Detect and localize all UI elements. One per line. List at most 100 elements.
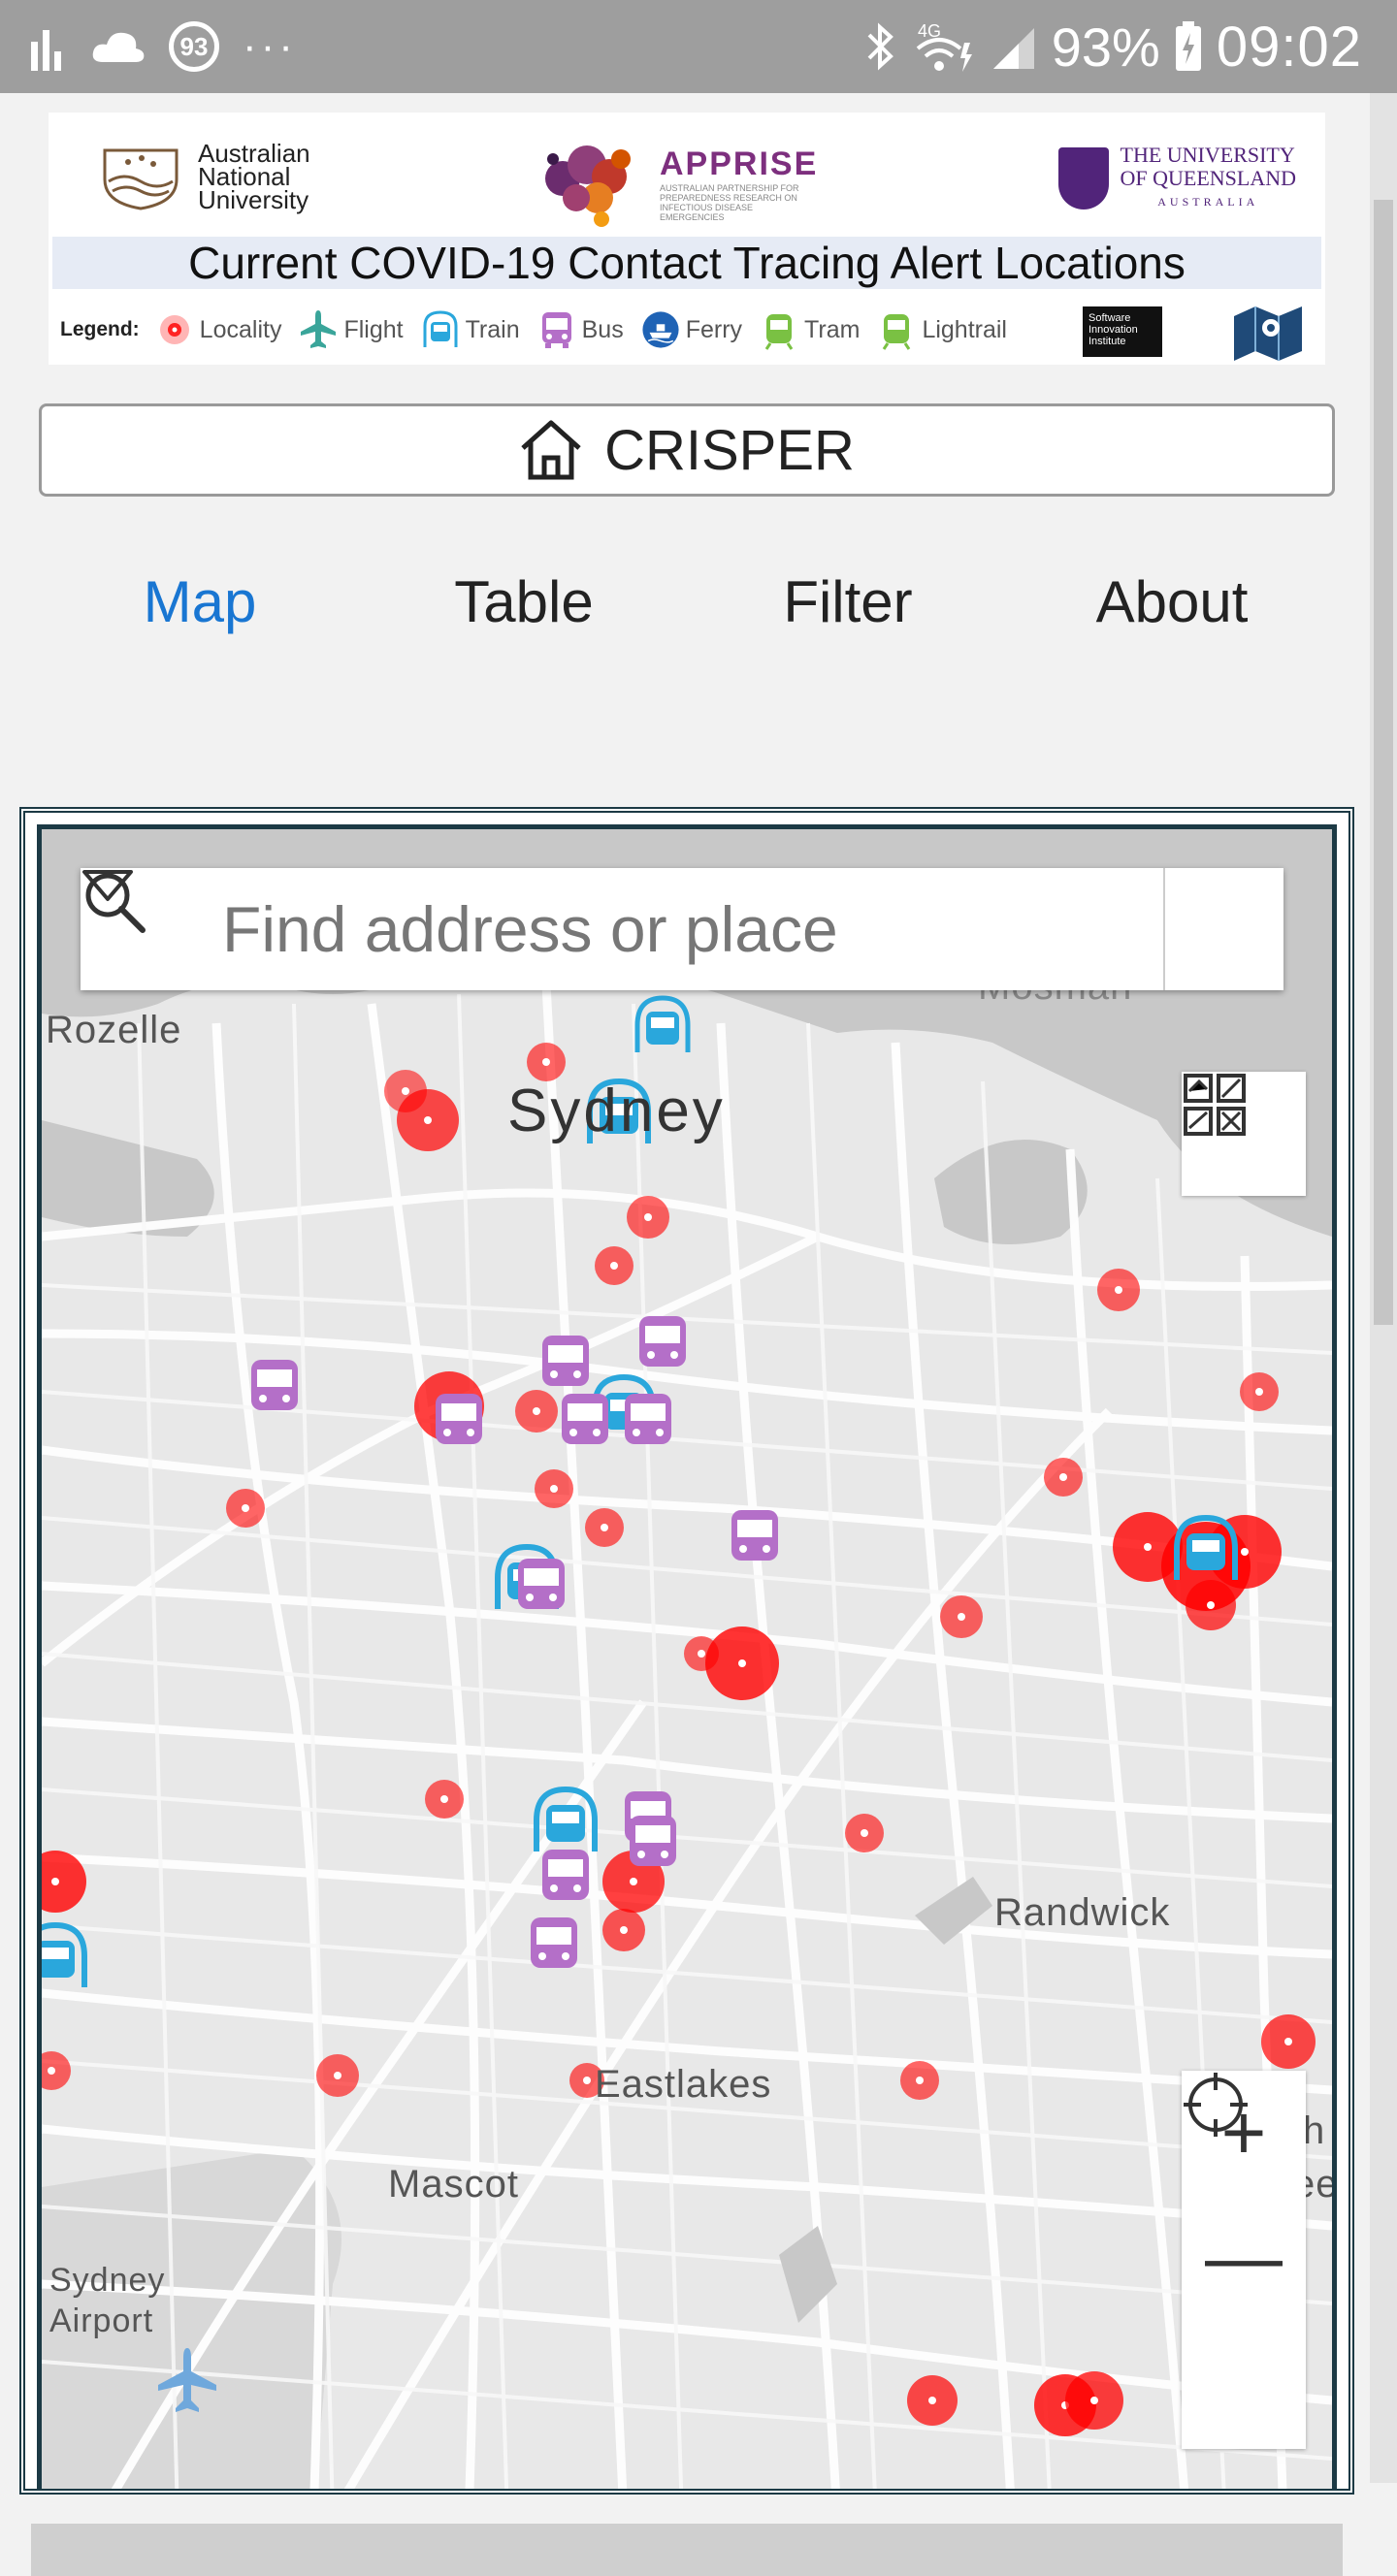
- crosshair-icon: [1184, 2073, 1248, 2137]
- bus-marker[interactable]: [542, 1336, 589, 1386]
- home-button[interactable]: CRISPER: [39, 403, 1335, 497]
- cell-signal-icon: [992, 28, 1034, 69]
- map-label-sydney-airport: Sydney Airport: [49, 2260, 165, 2341]
- bus-marker[interactable]: [731, 1510, 778, 1561]
- map-label-airport-line1: Sydney: [49, 2262, 166, 2299]
- legend-label-lightrail: Lightrail: [922, 315, 1007, 343]
- tab-about[interactable]: About: [1026, 568, 1317, 635]
- locality-marker[interactable]: [316, 2054, 359, 2097]
- locality-marker[interactable]: [940, 1595, 983, 1638]
- bus-marker[interactable]: [562, 1394, 608, 1444]
- bay-water-east: [934, 1140, 1088, 1244]
- page-scrollbar[interactable]: [1370, 93, 1397, 2483]
- train-icon: [421, 308, 460, 351]
- bus-marker[interactable]: [436, 1394, 482, 1444]
- status-bar: 93 ··· 4G 93% 09:02: [0, 0, 1397, 93]
- train-marker[interactable]: [634, 995, 691, 1052]
- locality-marker[interactable]: [1240, 1372, 1279, 1411]
- uq-country: AUSTRALIA: [1157, 195, 1259, 209]
- map-view[interactable]: Sydney Rozelle Randwick Eastlakes Mascot…: [42, 829, 1332, 2489]
- locality-icon: [155, 308, 194, 351]
- locality-marker[interactable]: [585, 1508, 624, 1547]
- locality-marker[interactable]: [527, 1043, 566, 1081]
- map-label-rozelle: Rozelle: [46, 1009, 182, 1051]
- sii-logo: Software Innovation Institute: [1083, 306, 1162, 357]
- search-button[interactable]: [85, 868, 1283, 990]
- anu-name: Australian National University: [198, 139, 310, 214]
- home-button-label: CRISPER: [604, 418, 855, 482]
- legend-item-locality: Locality: [155, 308, 282, 351]
- train-marker[interactable]: [42, 1921, 87, 1987]
- locality-marker[interactable]: [705, 1626, 779, 1700]
- bus-marker[interactable]: [630, 1816, 676, 1866]
- locality-marker[interactable]: [515, 1390, 558, 1433]
- locality-marker[interactable]: [595, 1246, 634, 1285]
- locality-marker[interactable]: [1186, 1580, 1236, 1630]
- battery-charging-icon: [1175, 21, 1201, 71]
- bus-icon: [537, 308, 576, 351]
- legend-label-train: Train: [465, 315, 520, 343]
- bus-marker[interactable]: [531, 1917, 577, 1968]
- locality-marker[interactable]: [900, 2061, 939, 2100]
- search-widget: [81, 868, 1283, 990]
- locality-marker[interactable]: [845, 1814, 884, 1852]
- tab-table[interactable]: Table: [378, 568, 669, 635]
- legend-label-locality: Locality: [199, 315, 282, 343]
- locality-marker[interactable]: [602, 1909, 645, 1951]
- locality-marker[interactable]: [627, 1196, 669, 1239]
- legend-item-train: Train: [421, 308, 520, 351]
- legend-item-bus: Bus: [537, 308, 624, 351]
- page: Australian National University APPRISE A…: [0, 93, 1370, 2576]
- bus-marker[interactable]: [518, 1559, 565, 1609]
- map-label-airport-line2: Airport: [49, 2302, 154, 2339]
- scrollbar-thumb[interactable]: [1374, 200, 1393, 1325]
- more-notifications-icon: ···: [243, 22, 297, 70]
- locality-marker[interactable]: [42, 2051, 71, 2090]
- legend-label-bus: Bus: [581, 315, 624, 343]
- map-label-partial-right1: h: [1303, 2109, 1326, 2152]
- zoom-controls: + —: [1182, 2071, 1306, 2449]
- bluetooth-icon: [867, 22, 893, 71]
- tram-icon: [760, 308, 798, 351]
- zoom-out-button[interactable]: —: [1182, 2195, 1306, 2319]
- locality-marker[interactable]: [226, 1489, 265, 1528]
- locality-marker[interactable]: [1261, 2014, 1316, 2069]
- clock: 09:02: [1216, 15, 1362, 79]
- search-input[interactable]: [203, 868, 1163, 990]
- locality-marker[interactable]: [535, 1469, 573, 1508]
- legend-item-flight: Flight: [299, 308, 404, 351]
- map-label-sydney: Sydney: [507, 1078, 726, 1144]
- tab-bar: Map Table Filter About: [0, 568, 1370, 656]
- tab-map[interactable]: Map: [54, 568, 345, 635]
- locality-marker[interactable]: [684, 1636, 719, 1671]
- bottom-bar: [31, 2524, 1343, 2576]
- locality-marker[interactable]: [397, 1089, 459, 1151]
- apprise-subtitle: AUSTRALIAN PARTNERSHIP FOR PREPAREDNESS …: [660, 182, 799, 222]
- legend-label-flight: Flight: [343, 315, 404, 343]
- uq-logo: THE UNIVERSITY OF QUEENSLAND AUSTRALIA: [1057, 144, 1296, 213]
- uq-crest-icon: [1057, 147, 1109, 209]
- locate-button[interactable]: [1182, 2073, 1306, 2443]
- notification-badge: 93: [169, 21, 219, 72]
- basemap-gallery-button[interactable]: [1182, 1072, 1306, 1196]
- locality-marker[interactable]: [1065, 2371, 1123, 2430]
- anu-crest-icon: [103, 148, 179, 210]
- legend-label-tram: Tram: [804, 315, 861, 343]
- legend-item-ferry: Ferry: [641, 308, 742, 351]
- locality-marker[interactable]: [907, 2375, 958, 2426]
- bus-marker[interactable]: [251, 1360, 298, 1410]
- tab-filter[interactable]: Filter: [702, 568, 993, 635]
- bus-marker[interactable]: [639, 1316, 686, 1367]
- bus-marker[interactable]: [625, 1394, 671, 1444]
- locality-marker[interactable]: [1044, 1458, 1083, 1497]
- search-icon: [85, 873, 146, 933]
- locality-marker[interactable]: [1097, 1269, 1140, 1311]
- wifi-4g-icon: 4G: [916, 21, 972, 72]
- legend-item-lightrail: Lightrail: [877, 308, 1007, 351]
- apprise-logo: APPRISE AUSTRALIAN PARTNERSHIP FOR PREPA…: [534, 130, 818, 237]
- lightrail-icon: [877, 308, 916, 351]
- locality-marker[interactable]: [425, 1780, 464, 1819]
- bus-marker[interactable]: [542, 1850, 589, 1900]
- basemap-gallery-icon: [1184, 1074, 1246, 1136]
- cloud-icon: [92, 32, 145, 62]
